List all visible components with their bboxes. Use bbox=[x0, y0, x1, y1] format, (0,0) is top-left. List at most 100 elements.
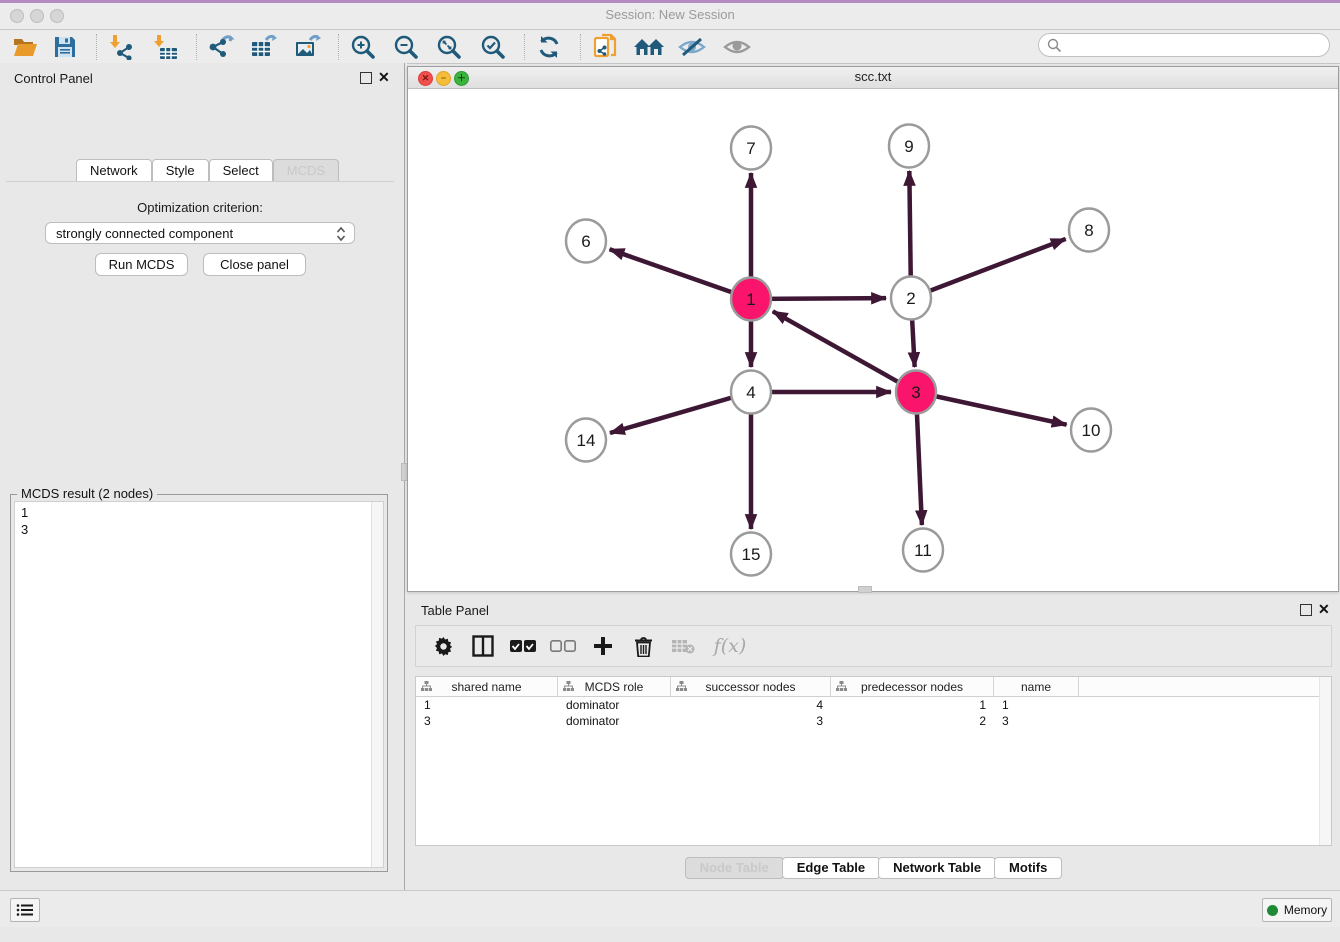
column-header-name[interactable]: name bbox=[994, 677, 1079, 696]
open-file-icon[interactable] bbox=[8, 32, 42, 62]
search-icon bbox=[1047, 38, 1062, 53]
graph-edge-4-14[interactable] bbox=[610, 392, 751, 433]
horizontal-splitter-grip[interactable] bbox=[858, 586, 872, 593]
cell-successor-nodes[interactable]: 3 bbox=[671, 713, 831, 729]
table-row[interactable]: 3 dominator 3 2 3 bbox=[416, 713, 1331, 729]
close-table-panel-icon[interactable]: ✕ bbox=[1318, 601, 1330, 618]
task-history-button[interactable] bbox=[10, 898, 40, 922]
clone-network-icon[interactable] bbox=[588, 32, 622, 62]
network-maximize-button[interactable]: ＋ bbox=[454, 71, 469, 86]
shared-column-icon bbox=[421, 681, 432, 695]
toolbar-separator bbox=[338, 34, 339, 60]
graph-edge-3-1[interactable] bbox=[773, 311, 916, 392]
memory-button[interactable]: Memory bbox=[1262, 898, 1332, 922]
graph-node-label-9: 9 bbox=[904, 137, 913, 156]
toolbar-separator bbox=[580, 34, 581, 60]
window-close-button[interactable] bbox=[10, 9, 24, 23]
close-panel-button[interactable]: Close panel bbox=[203, 253, 306, 276]
export-image-icon[interactable] bbox=[291, 32, 325, 62]
network-canvas[interactable]: 7968124314101511 bbox=[408, 89, 1338, 592]
table-panel-header: Table Panel ✕ bbox=[407, 595, 1340, 625]
run-mcds-button[interactable]: Run MCDS bbox=[95, 253, 188, 276]
tab-select[interactable]: Select bbox=[209, 159, 273, 181]
export-table-icon[interactable] bbox=[247, 32, 281, 62]
select-none-icon[interactable] bbox=[550, 633, 576, 659]
network-minimize-button[interactable]: − bbox=[436, 71, 451, 86]
list-icon bbox=[16, 903, 34, 917]
cell-mcds-role[interactable]: dominator bbox=[558, 713, 671, 729]
tab-node-table[interactable]: Node Table bbox=[685, 857, 784, 879]
tab-network-table[interactable]: Network Table bbox=[878, 857, 996, 879]
toolbar-separator bbox=[196, 34, 197, 60]
float-table-panel-icon[interactable] bbox=[1300, 604, 1312, 616]
result-scrollbar[interactable] bbox=[371, 502, 383, 867]
cell-name[interactable]: 1 bbox=[994, 697, 1079, 713]
import-table-icon[interactable] bbox=[148, 32, 182, 62]
graph-edge-3-10[interactable] bbox=[916, 392, 1067, 425]
cell-shared-name[interactable]: 3 bbox=[416, 713, 558, 729]
column-header-mcds-role[interactable]: MCDS role bbox=[558, 677, 671, 696]
cell-shared-name[interactable]: 1 bbox=[416, 697, 558, 713]
table-tabs: Node TableEdge TableNetwork TableMotifs bbox=[407, 857, 1340, 879]
cell-mcds-role[interactable]: dominator bbox=[558, 697, 671, 713]
window-minimize-button[interactable] bbox=[30, 9, 44, 23]
table-scrollbar[interactable] bbox=[1319, 677, 1331, 845]
optimization-criterion-label: Optimization criterion: bbox=[6, 200, 394, 215]
add-column-icon[interactable] bbox=[590, 633, 616, 659]
zoom-fit-icon[interactable] bbox=[432, 32, 466, 62]
import-network-icon[interactable] bbox=[104, 32, 138, 62]
shared-column-icon bbox=[676, 681, 687, 695]
first-neighbors-icon[interactable] bbox=[632, 32, 666, 62]
graph-node-label-1: 1 bbox=[746, 290, 755, 309]
zoom-selected-icon[interactable] bbox=[476, 32, 510, 62]
graph-node-label-3: 3 bbox=[911, 383, 920, 402]
delete-column-icon[interactable] bbox=[630, 633, 656, 659]
export-network-icon[interactable] bbox=[204, 32, 238, 62]
network-window: ✕ − ＋ scc.txt 7968124314101511 bbox=[407, 66, 1339, 592]
table-row[interactable]: 1 dominator 4 1 1 bbox=[416, 697, 1331, 713]
mcds-result-groupbox: MCDS result (2 nodes) 1 3 bbox=[10, 494, 388, 872]
mcds-result-textarea[interactable]: 1 3 bbox=[14, 501, 384, 868]
panel-splitter[interactable] bbox=[400, 63, 407, 890]
column-header-predecessor-nodes[interactable]: predecessor nodes bbox=[831, 677, 994, 696]
zoom-out-icon[interactable] bbox=[389, 32, 423, 62]
show-all-icon[interactable] bbox=[720, 32, 754, 62]
close-panel-icon[interactable]: ✕ bbox=[378, 69, 390, 86]
graph-edge-2-8[interactable] bbox=[911, 239, 1066, 298]
tab-mcds[interactable]: MCDS bbox=[273, 159, 339, 181]
column-header-successor-nodes[interactable]: successor nodes bbox=[671, 677, 831, 696]
zoom-in-icon[interactable] bbox=[346, 32, 380, 62]
gear-icon[interactable] bbox=[430, 633, 456, 659]
table-toolbar: f(x) bbox=[415, 625, 1332, 667]
column-header-shared-name[interactable]: shared name bbox=[416, 677, 558, 696]
cell-predecessor-nodes[interactable]: 1 bbox=[831, 697, 994, 713]
graph-node-label-11: 11 bbox=[914, 541, 932, 560]
network-window-titlebar[interactable]: ✕ − ＋ scc.txt bbox=[408, 67, 1338, 89]
cell-name[interactable]: 3 bbox=[994, 713, 1079, 729]
graph-node-label-7: 7 bbox=[746, 139, 755, 158]
window-zoom-button[interactable] bbox=[50, 9, 64, 23]
network-close-button[interactable]: ✕ bbox=[418, 71, 433, 86]
search-input[interactable] bbox=[1062, 37, 1316, 54]
table-panel: Table Panel ✕ f(x) shared bbox=[407, 595, 1340, 890]
cell-successor-nodes[interactable]: 4 bbox=[671, 697, 831, 713]
float-panel-icon[interactable] bbox=[360, 72, 372, 84]
memory-status-icon bbox=[1267, 905, 1278, 916]
graph-node-label-10: 10 bbox=[1082, 421, 1101, 440]
save-session-icon[interactable] bbox=[48, 32, 82, 62]
optimization-criterion-select[interactable]: strongly connected component bbox=[45, 222, 355, 244]
tab-motifs[interactable]: Motifs bbox=[994, 857, 1062, 879]
graph-edges bbox=[610, 171, 1067, 529]
search-box[interactable] bbox=[1038, 33, 1330, 57]
column-layout-icon[interactable] bbox=[470, 633, 496, 659]
hide-selected-icon[interactable] bbox=[675, 32, 709, 62]
graph-node-label-8: 8 bbox=[1084, 221, 1093, 240]
cell-predecessor-nodes[interactable]: 2 bbox=[831, 713, 994, 729]
tab-style[interactable]: Style bbox=[152, 159, 209, 181]
tab-network[interactable]: Network bbox=[76, 159, 152, 181]
select-all-checked-icon[interactable] bbox=[510, 633, 536, 659]
refresh-icon[interactable] bbox=[532, 32, 566, 62]
graph-edge-1-6[interactable] bbox=[610, 249, 751, 299]
tab-edge-table[interactable]: Edge Table bbox=[782, 857, 880, 879]
node-table[interactable]: shared name MCDS role successor nodes pr… bbox=[415, 676, 1332, 846]
